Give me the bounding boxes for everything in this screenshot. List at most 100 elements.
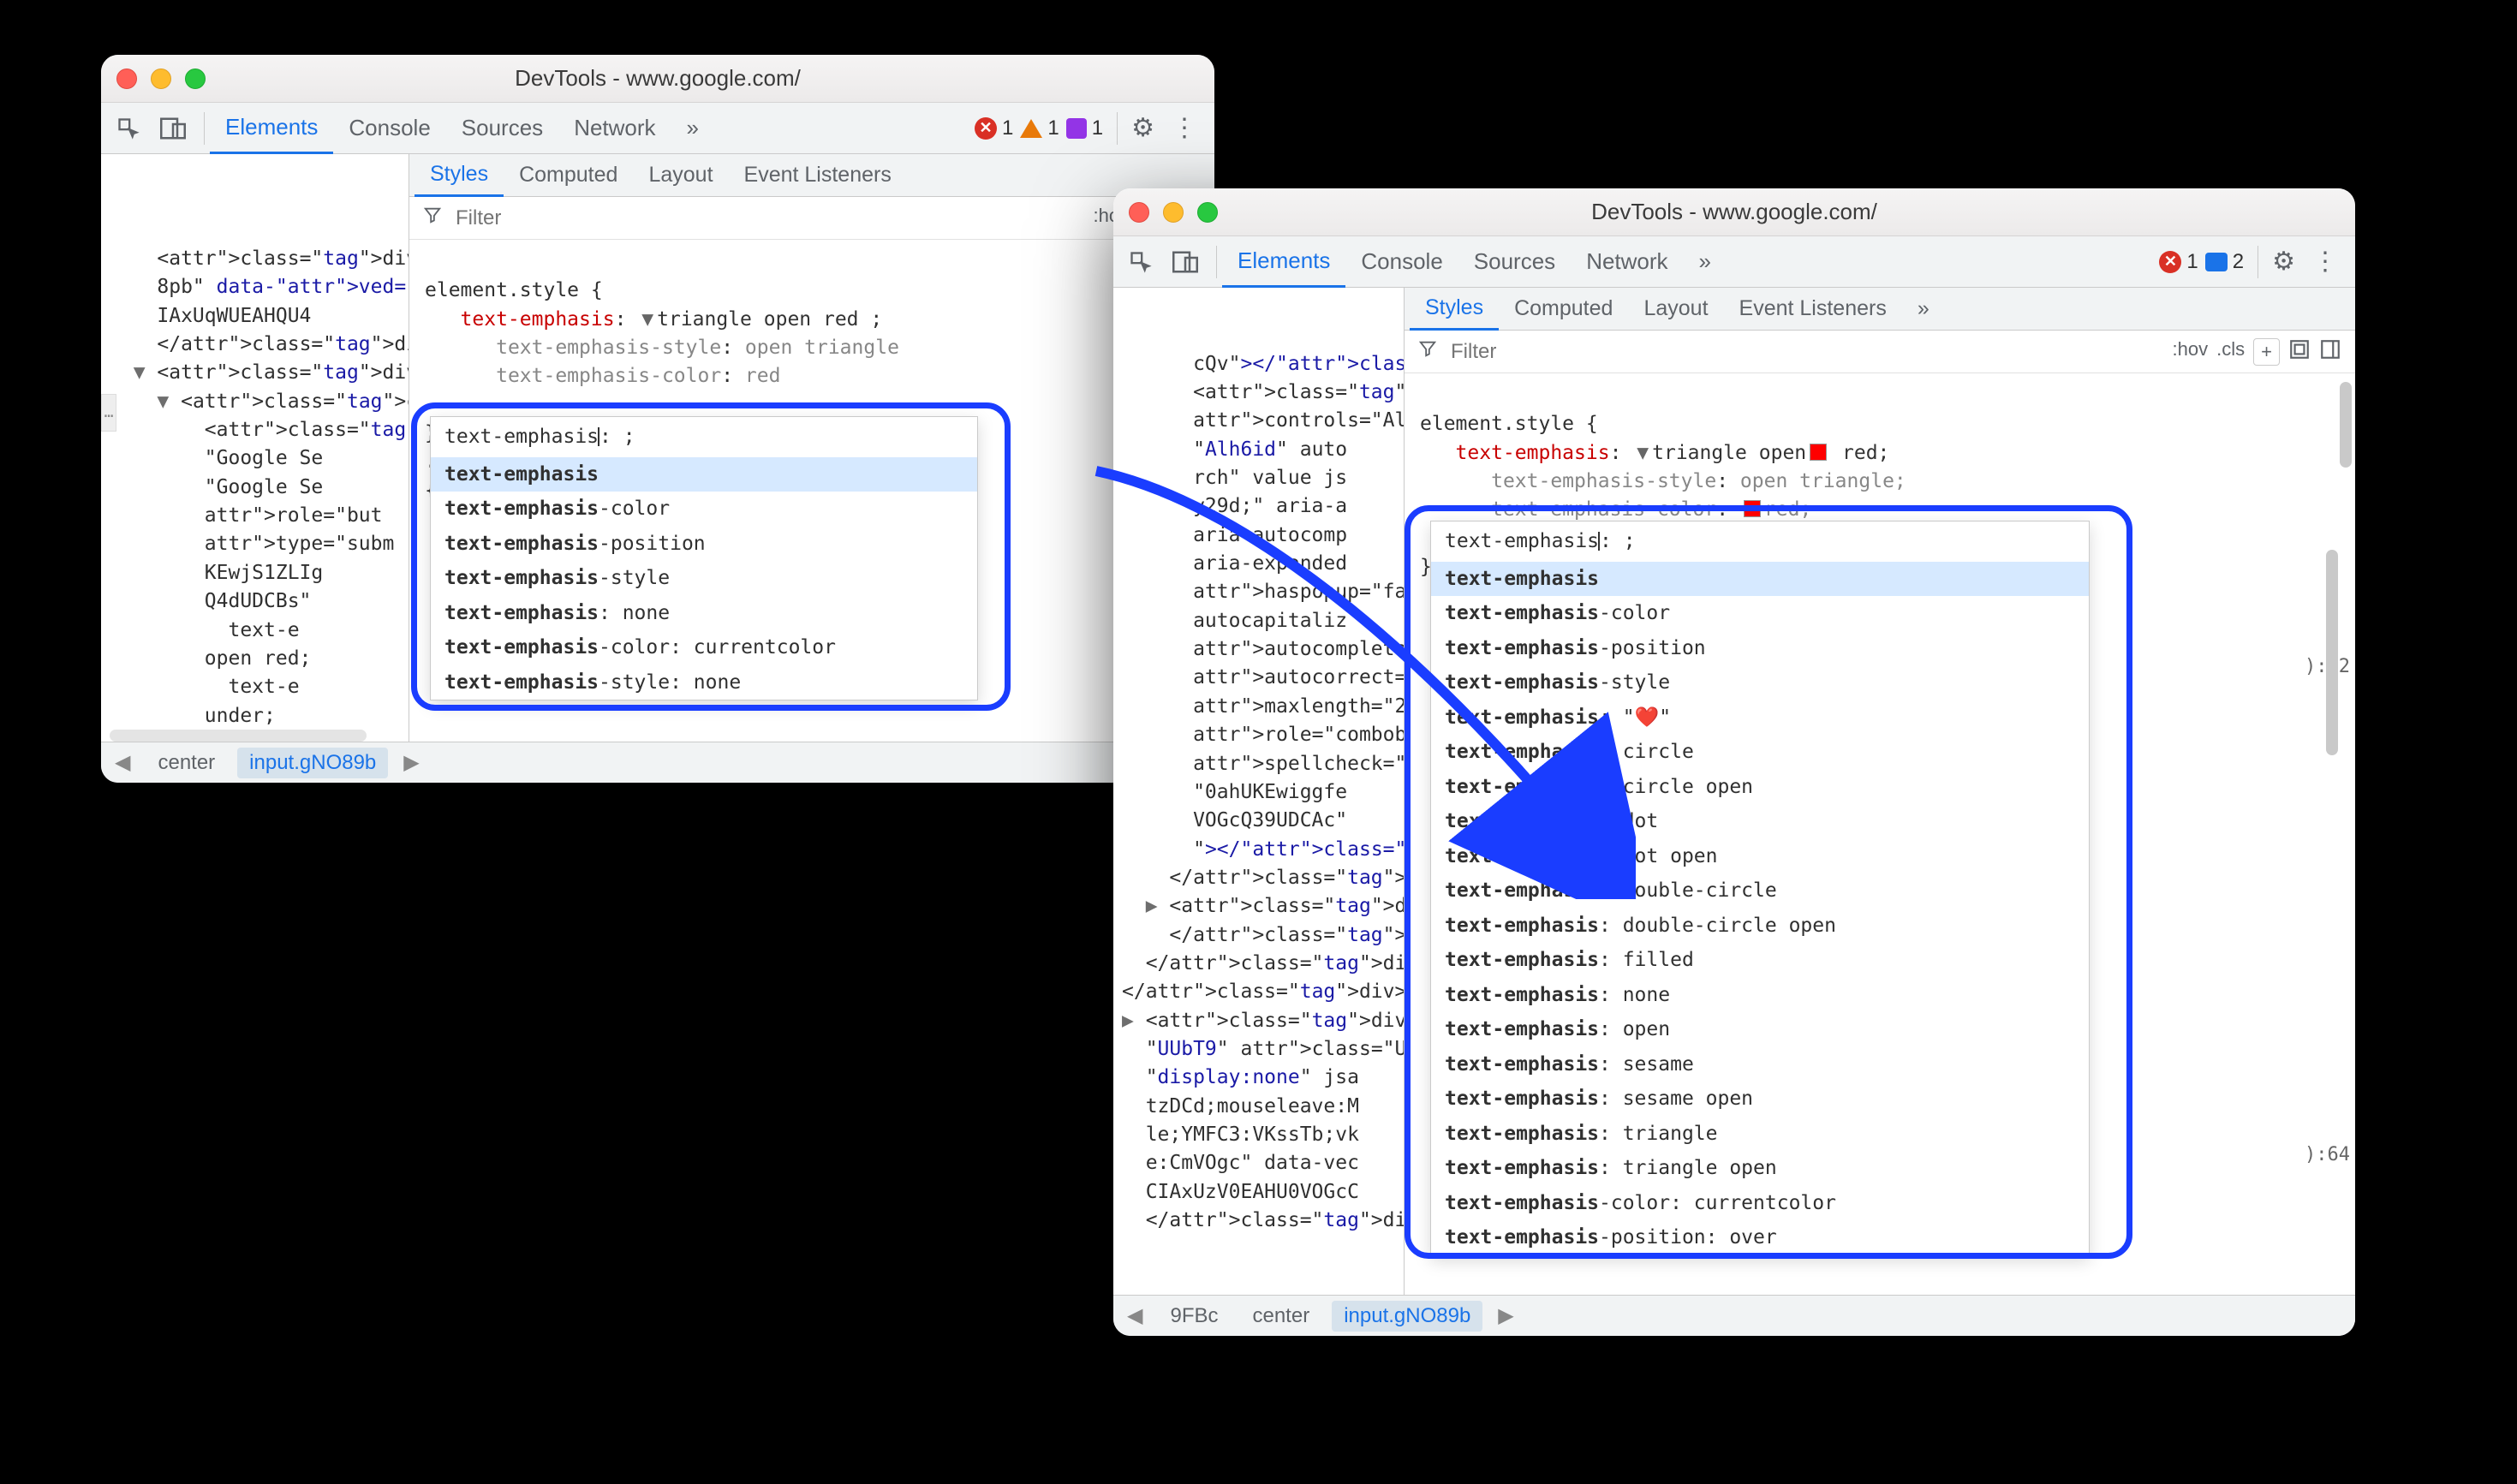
elements-line[interactable]: text-e [110,673,409,701]
elements-line[interactable]: ▶ <attr">class="tag">div attr">class="fM [1122,892,1404,921]
cls-toggle[interactable]: .cls [2216,338,2245,366]
elements-line[interactable]: </attr">class="tag">div> flex [1122,921,1404,950]
close-icon[interactable] [116,69,137,89]
color-swatch-icon[interactable] [1744,500,1761,517]
tab-more[interactable]: » [671,103,714,154]
elements-line[interactable]: attr">role="but [110,502,409,530]
kebab-menu-icon[interactable]: ⋮ [1163,113,1206,143]
elements-line[interactable]: tzDCd;mouseleave:M [1122,1093,1404,1121]
computed-panel-icon[interactable] [2288,338,2311,366]
tab-elements[interactable]: Elements [210,103,333,154]
tab-console[interactable]: Console [333,103,445,154]
elements-line[interactable]: <attr">class="tag">textarea cla [1122,378,1404,407]
elements-line[interactable]: attr">role="combobo [1122,721,1404,749]
elements-line[interactable]: aria-autocomp [1122,521,1404,550]
css-autocomplete-popup[interactable]: text-emphasis: ; text-emphasistext-empha… [430,416,978,700]
elements-line[interactable]: "0ahUKEwiggfe [1122,778,1404,807]
css-declaration[interactable]: text-emphasis-style: open triangle; [1420,468,2340,496]
autocomplete-item[interactable]: text-emphasis-style [1431,665,2089,700]
elements-line[interactable]: "Alh6id" auto [1122,436,1404,464]
subtab-layout[interactable]: Layout [1628,288,1723,331]
elements-line[interactable]: KEwjS1ZLIg [110,559,409,587]
elements-line[interactable]: text-e [110,617,409,645]
tab-more[interactable]: » [1684,236,1727,288]
elements-line[interactable]: aria-expanded [1122,550,1404,578]
elements-tree[interactable]: cQv"></"attr">class="tag">div> <attr">cl… [1113,288,1405,1336]
tab-sources[interactable]: Sources [1458,236,1571,288]
elements-line[interactable]: open red; [110,645,409,673]
autocomplete-item[interactable]: text-emphasis-color: currentcolor [431,630,977,665]
autocomplete-item[interactable]: text-emphasis: triangle open [1431,1151,2089,1186]
autocomplete-item[interactable]: text-emphasis [1431,562,2089,597]
elements-line[interactable]: ▼ <attr">class="tag">div attr">class="F [110,359,409,387]
inspect-icon[interactable] [110,110,147,147]
elements-line[interactable]: </attr">class="tag">div> [1122,978,1404,1006]
css-declaration[interactable]: text-emphasis: ▼triangle open red; [1420,439,2340,468]
subtab-computed[interactable]: Computed [1499,288,1628,331]
device-toolbar-icon[interactable] [154,110,192,147]
elements-line[interactable]: autocapitaliz [1122,607,1404,635]
elements-line[interactable]: <attr">class="tag">input cla [110,416,409,444]
tab-network[interactable]: Network [1571,236,1683,288]
elements-line[interactable]: cQv"></"attr">class="tag">div> [1122,350,1404,378]
breadcrumb-item[interactable]: center [146,748,227,778]
elements-line[interactable]: y29d;" aria-a [1122,492,1404,521]
elements-line[interactable]: </attr">class="tag">div> [1122,864,1404,892]
autocomplete-item[interactable]: text-emphasis-color: currentcolor [1431,1186,2089,1221]
autocomplete-item[interactable]: text-emphasis: dot open [1431,839,2089,874]
elements-line[interactable]: <attr">class="tag">div attr">jsname= [110,245,409,273]
breadcrumb-item[interactable]: 9FBc [1158,1301,1230,1332]
subtab-styles[interactable]: Styles [1410,288,1499,331]
css-property-input[interactable]: text-emphasis: ; [1431,521,2089,562]
tab-elements[interactable]: Elements [1222,236,1345,288]
subtab-computed[interactable]: Computed [504,154,633,197]
subtab-styles[interactable]: Styles [415,154,504,197]
elements-line[interactable]: </attr">class="tag">div> [1122,1207,1404,1235]
inspect-icon[interactable] [1122,243,1160,281]
elements-line[interactable]: Q4dUDCBs" [110,587,409,616]
css-declaration[interactable]: text-emphasis-color: red [425,362,1199,390]
autocomplete-item[interactable]: text-emphasis: circle open [1431,770,2089,805]
close-icon[interactable] [1129,202,1149,223]
elements-line[interactable]: "UUbT9" attr">class="UUb [1122,1035,1404,1064]
autocomplete-item[interactable]: text-emphasis: circle [1431,735,2089,770]
subtab-eventlisteners[interactable]: Event Listeners [1724,288,1902,331]
filter-input[interactable] [1449,339,2161,365]
source-link[interactable]: ):64 [2305,1144,2350,1165]
subtab-layout[interactable]: Layout [633,154,728,197]
elements-line[interactable]: ▼ <attr">class="tag">center> [110,388,409,416]
kebab-menu-icon[interactable]: ⋮ [2304,247,2347,277]
autocomplete-item[interactable]: text-emphasis: double-circle open [1431,909,2089,944]
css-declaration[interactable]: text-emphasis-style: open triangle [425,334,1199,362]
elements-line[interactable]: e:CmVOgc" data-vec [1122,1149,1404,1177]
new-rule-button[interactable]: + [2253,338,2280,366]
breadcrumb-item[interactable]: input.gNO89b [1332,1301,1482,1332]
autocomplete-item[interactable]: text-emphasis: none [1431,978,2089,1013]
elements-line[interactable]: rch" value js [1122,464,1404,492]
autocomplete-item[interactable]: text-emphasis: sesame [1431,1047,2089,1082]
autocomplete-item[interactable]: text-emphasis-style [431,561,977,596]
breadcrumb-left-icon[interactable]: ◀ [1122,1303,1148,1328]
elements-line[interactable]: attr">autocomplete= [1122,635,1404,664]
autocomplete-item[interactable]: text-emphasis: dot [1431,804,2089,839]
elements-tree[interactable]: … <attr">class="tag">div attr">jsname= 8… [101,154,409,783]
status-badges[interactable]: ✕1 1 1 [975,116,1103,140]
filter-input[interactable] [454,206,1082,231]
css-autocomplete-popup[interactable]: text-emphasis: ; text-emphasistext-empha… [1430,521,2090,1256]
autocomplete-item[interactable]: text-emphasis-color [1431,596,2089,631]
elements-line[interactable]: attr">spellcheck="f [1122,750,1404,778]
elements-line[interactable]: "display:none" jsa [1122,1064,1404,1092]
autocomplete-item[interactable]: text-emphasis-position [1431,631,2089,666]
elements-line[interactable]: attr">maxlength="20 [1122,693,1404,721]
autocomplete-item[interactable]: text-emphasis-color [431,492,977,527]
device-toolbar-icon[interactable] [1166,243,1204,281]
autocomplete-item[interactable]: text-emphasis [431,457,977,492]
elements-line[interactable]: attr">haspopup="fal [1122,578,1404,606]
autocomplete-item[interactable]: text-emphasis: sesame open [1431,1082,2089,1117]
tab-console[interactable]: Console [1345,236,1458,288]
autocomplete-item[interactable]: text-emphasis-position: over [1431,1220,2089,1255]
status-badges[interactable]: ✕1 2 [2159,250,2244,274]
breadcrumb-item[interactable]: input.gNO89b [237,748,388,778]
autocomplete-item[interactable]: text-emphasis: filled [1431,943,2089,978]
autocomplete-item[interactable]: text-emphasis-position [431,527,977,562]
